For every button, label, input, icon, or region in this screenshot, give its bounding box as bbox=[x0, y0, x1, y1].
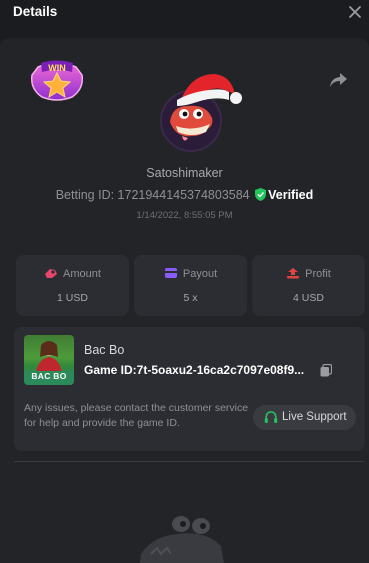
live-support-button[interactable]: Live Support bbox=[253, 405, 356, 430]
stat-profit: Profit 4 USD bbox=[252, 255, 365, 316]
win-badge-icon: WIN bbox=[28, 59, 86, 103]
headset-icon bbox=[264, 411, 278, 423]
betting-id: Betting ID: 1721944145374803584 bbox=[55, 188, 250, 202]
santa-hat-icon bbox=[175, 68, 245, 112]
username: Satoshimaker bbox=[146, 166, 223, 180]
stat-profit-label: Profit bbox=[305, 268, 331, 280]
game-thumb-label: BAC BO bbox=[31, 371, 67, 381]
shield-check-icon bbox=[255, 188, 267, 201]
stat-payout-label: Payout bbox=[182, 268, 218, 280]
bet-date: 1/14/2022, 8:55:05 PM bbox=[136, 210, 233, 221]
payout-icon bbox=[164, 268, 177, 278]
support-message: Any issues, please contact the customer … bbox=[24, 402, 249, 429]
stat-profit-value: 4 USD bbox=[293, 292, 324, 304]
close-icon[interactable] bbox=[345, 2, 365, 22]
game-id: Game ID:7t-5oaxu2-16ca2c7097e08f9... bbox=[84, 363, 305, 377]
mascot-icon bbox=[133, 510, 233, 563]
betting-id-row: Betting ID: 1721944145374803584 Verified bbox=[0, 188, 369, 202]
stat-amount-label: Amount bbox=[63, 268, 101, 280]
divider bbox=[14, 461, 364, 462]
dialog-title: Details bbox=[13, 4, 58, 19]
profit-icon bbox=[287, 268, 300, 279]
copy-icon[interactable] bbox=[320, 363, 333, 377]
dialog-header: Details bbox=[0, 0, 369, 28]
stat-amount: Amount 1 USD bbox=[16, 255, 129, 316]
share-icon[interactable] bbox=[327, 69, 349, 91]
amount-icon bbox=[45, 269, 58, 278]
stat-amount-value: 1 USD bbox=[57, 292, 88, 304]
live-support-label: Live Support bbox=[282, 411, 347, 423]
stat-payout-value: 5 x bbox=[183, 292, 198, 304]
win-badge-text: WIN bbox=[48, 63, 66, 73]
stat-payout: Payout 5 x bbox=[134, 255, 247, 316]
verified-label: Verified bbox=[268, 188, 314, 202]
game-card: BAC BO Bac Bo Game ID:7t-5oaxu2-16ca2c70… bbox=[14, 327, 365, 451]
game-name: Bac Bo bbox=[84, 343, 125, 357]
game-thumbnail[interactable]: BAC BO bbox=[24, 335, 74, 385]
